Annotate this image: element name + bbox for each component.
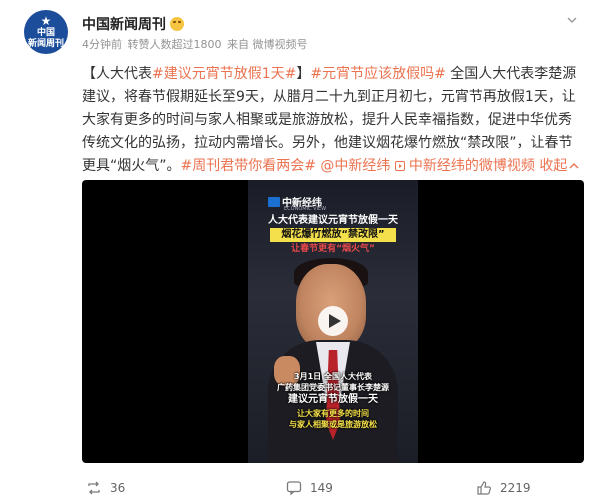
video-caption-4: 让大家有更多的时间 — [297, 409, 369, 418]
play-icon[interactable] — [318, 306, 348, 336]
video-caption-5: 与家人相聚或是旅游放松 — [289, 420, 377, 429]
author-name[interactable]: 中国新闻周刊 — [82, 14, 166, 34]
video-link[interactable]: 中新经纬的微博视频 — [409, 158, 535, 174]
video-headline-1: 人大代表建议元宵节放假一天 — [268, 215, 398, 226]
repost-button[interactable]: 36 — [86, 480, 125, 496]
repost-icon — [88, 481, 100, 495]
hashtag-two-sessions[interactable]: #周刊君带你看两会# — [181, 158, 316, 174]
logo-mark-icon — [268, 196, 280, 207]
comment-button[interactable]: 149 — [286, 480, 333, 496]
video-frame: 中新经纬 ECONOMIC VIEW 人大代表建议元宵节放假一天 烟花爆竹燃放“… — [248, 180, 418, 463]
video-caption-3: 建议元宵节放假一天 — [288, 394, 378, 405]
post-source[interactable]: 来自 微博视频号 — [227, 38, 308, 51]
like-count: 2219 — [500, 481, 531, 495]
chevron-down-icon[interactable] — [564, 14, 580, 30]
weibo-post-card: ★ 中国 新闻周刊 中国新闻周刊 4分钟前 转赞人数超过1800 来自 微博视频… — [0, 0, 600, 504]
author-row: 中国新闻周刊 — [82, 14, 184, 34]
video-caption-1: 3月1日 全国人大代表 — [294, 372, 372, 381]
mention-link[interactable]: @中新经纬 — [316, 158, 395, 174]
hashtag-lantern-holiday[interactable]: #元宵节应该放假吗# — [310, 66, 445, 82]
like-button[interactable]: 2219 — [476, 480, 531, 496]
post-content: 【人大代表#建议元宵节放假1天#】#元宵节应该放假吗# 全国人大代表李楚源建议，… — [82, 63, 584, 178]
post-meta: 4分钟前 转赞人数超过1800 来自 微博视频号 — [82, 36, 310, 52]
avatar-text-line2: 新闻周刊 — [27, 38, 64, 49]
comment-count: 149 — [310, 481, 333, 495]
star-icon: ★ — [40, 13, 52, 28]
video-headline-3: 让春节更有“烟火气” — [291, 244, 375, 254]
repost-count: 36 — [110, 481, 126, 495]
hashtag-title[interactable]: #建议元宵节放假1天# — [152, 66, 296, 82]
post-time[interactable]: 4分钟前 — [82, 38, 122, 51]
video-player[interactable]: 中新经纬 ECONOMIC VIEW 人大代表建议元宵节放假一天 烟花爆竹燃放“… — [82, 180, 584, 463]
video-link-icon — [394, 158, 409, 174]
post-views: 转赞人数超过1800 — [127, 38, 222, 51]
video-logo-sub: ECONOMIC VIEW — [284, 206, 327, 212]
chevron-up-icon[interactable] — [567, 158, 579, 174]
bracket-close: 】 — [296, 66, 311, 82]
title-plain: 人大代表 — [96, 66, 152, 82]
action-bar: 36 149 2219 — [0, 474, 600, 504]
thumbs-up-icon — [477, 481, 491, 495]
bracket-open: 【 — [82, 66, 96, 82]
grinning-face-icon — [170, 17, 184, 31]
comment-icon — [286, 481, 302, 496]
video-headline-2: 烟花爆竹燃放“禁改限” — [270, 228, 396, 242]
avatar[interactable]: ★ 中国 新闻周刊 — [24, 10, 68, 54]
collapse-link[interactable]: 收起 — [535, 158, 567, 174]
avatar-text-line1: 中国 — [36, 27, 55, 38]
video-caption-2: 广药集团党委书记董事长李楚源 — [277, 383, 389, 392]
